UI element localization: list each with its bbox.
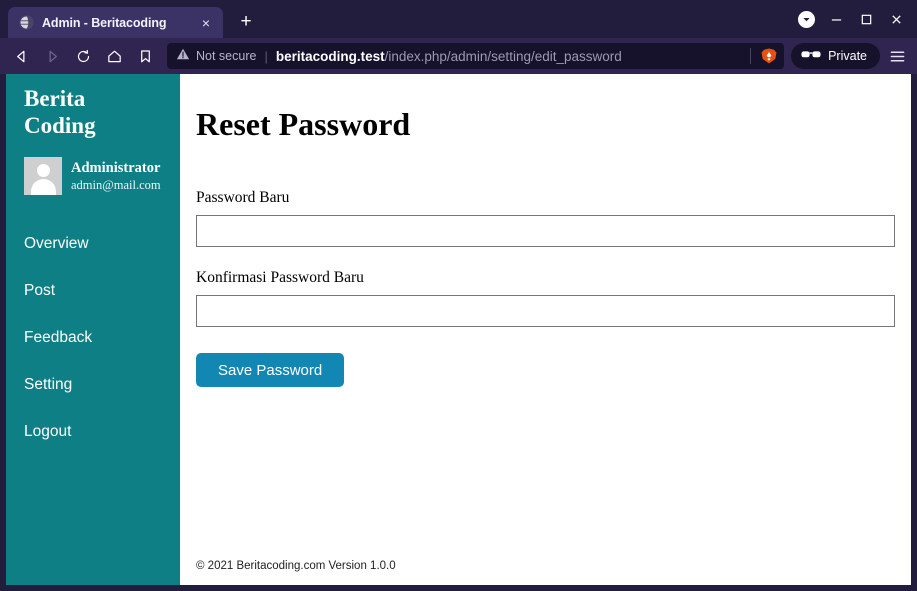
home-icon[interactable] <box>100 42 128 70</box>
sidebar-item-post[interactable]: Post <box>6 268 180 315</box>
tab-strip: Admin - Beritacoding × + <box>0 0 791 38</box>
browser-titlebar: Admin - Beritacoding × + <box>0 0 917 38</box>
konfirmasi-password-label: Konfirmasi Password Baru <box>196 269 364 287</box>
password-baru-label: Password Baru <box>196 189 290 207</box>
back-arrow-icon[interactable] <box>7 42 35 70</box>
url-right-divider <box>750 48 752 64</box>
sidebar-item-label: Feedback <box>24 329 93 347</box>
forward-arrow-icon <box>38 42 66 70</box>
password-baru-input[interactable] <box>196 215 895 248</box>
url-text: beritacoding.test/index.php/admin/settin… <box>276 49 744 64</box>
security-indicator[interactable]: Not secure <box>176 47 256 66</box>
sidebar-nav: Overview Post Feedback Setting Logout <box>6 221 180 456</box>
url-bar[interactable]: Not secure | beritacoding.test/index.php… <box>167 43 785 69</box>
sidebar-item-label: Post <box>24 282 56 300</box>
app-brand[interactable]: Berita Coding <box>6 74 180 140</box>
sidebar-item-label: Overview <box>24 235 89 253</box>
globe-icon <box>18 15 34 31</box>
page-footer: © 2021 Beritacoding.com Version 1.0.0 <box>196 560 396 572</box>
url-path: /index.php/admin/setting/edit_password <box>384 48 622 64</box>
hamburger-menu-icon[interactable] <box>884 43 910 69</box>
profile-badge-icon[interactable] <box>791 4 821 34</box>
sidebar-item-label: Setting <box>24 376 73 394</box>
private-label: Private <box>828 49 867 63</box>
sidebar-user-box: Administrator admin@mail.com <box>6 140 180 195</box>
app-sidebar: Berita Coding Administrator admin@mail.c… <box>6 74 180 585</box>
security-label: Not secure <box>196 49 257 63</box>
url-host: beritacoding.test <box>275 48 385 64</box>
window-close-button[interactable] <box>881 4 911 34</box>
bookmark-icon[interactable] <box>131 42 159 70</box>
user-name: Administrator <box>71 159 161 176</box>
tab-title: Admin - Beritacoding <box>42 15 167 30</box>
page-title: Reset Password <box>196 106 411 142</box>
konfirmasi-password-input[interactable] <box>196 295 895 328</box>
brand-line-2: Coding <box>24 112 96 138</box>
window-minimize-button[interactable] <box>821 4 851 34</box>
save-password-button[interactable]: Save Password <box>196 353 345 388</box>
main-content: Reset Password Password Baru Konfirmasi … <box>180 74 911 585</box>
private-window-button[interactable]: Private <box>791 43 880 69</box>
browser-window: Admin - Beritacoding × + Not secure | be… <box>0 0 917 591</box>
browser-tab-active[interactable]: Admin - Beritacoding × <box>8 7 223 38</box>
sidebar-item-setting[interactable]: Setting <box>6 362 180 409</box>
url-bar-right <box>750 47 778 65</box>
user-info: Administrator admin@mail.com <box>71 159 161 193</box>
tab-close-icon[interactable]: × <box>197 14 215 32</box>
page-viewport: Berita Coding Administrator admin@mail.c… <box>0 74 917 591</box>
brave-lion-icon[interactable] <box>760 47 778 65</box>
new-tab-button[interactable]: + <box>232 7 260 35</box>
sunglasses-icon <box>801 47 821 65</box>
avatar <box>24 156 62 195</box>
reload-icon[interactable] <box>69 42 97 70</box>
window-maximize-button[interactable] <box>851 4 881 34</box>
sidebar-item-overview[interactable]: Overview <box>6 221 180 268</box>
warning-triangle-icon <box>176 47 190 66</box>
browser-navbar: Not secure | beritacoding.test/index.php… <box>0 38 917 74</box>
sidebar-item-feedback[interactable]: Feedback <box>6 315 180 362</box>
brand-line-1: Berita <box>24 86 86 111</box>
sidebar-item-label: Logout <box>24 423 72 441</box>
url-divider: | <box>264 48 268 64</box>
sidebar-item-logout[interactable]: Logout <box>6 409 180 456</box>
window-controls <box>791 0 917 38</box>
reset-password-form: Password Baru Konfirmasi Password Baru S… <box>196 189 895 388</box>
user-email: admin@mail.com <box>71 177 161 192</box>
